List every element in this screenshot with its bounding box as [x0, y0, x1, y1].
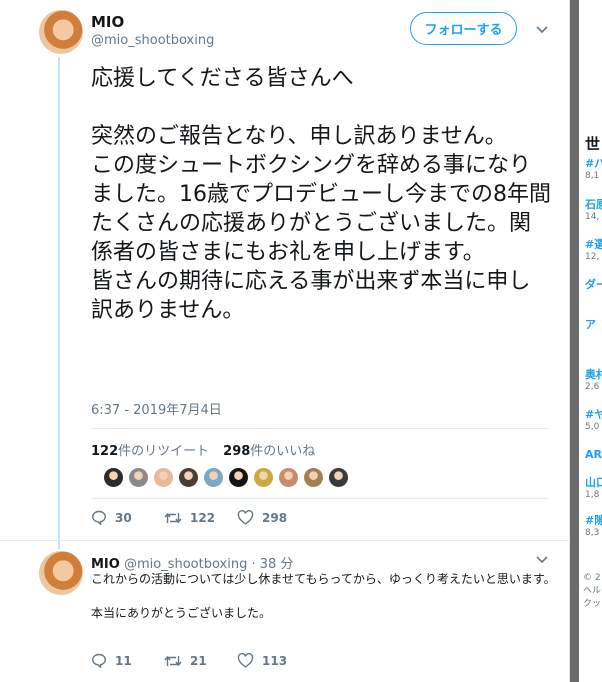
- trend-item[interactable]: 奥村 2,6: [585, 368, 602, 394]
- trend-item[interactable]: #隙 8,3: [585, 514, 602, 540]
- follow-button[interactable]: フォローする: [410, 12, 517, 45]
- reply-actions: 11 21 113: [91, 653, 310, 668]
- reply-author-handle[interactable]: @mio_shootboxing: [124, 557, 247, 572]
- liker-avatar[interactable]: [329, 468, 348, 487]
- tweet-text: 応援してくださる皆さんへ 突然のご報告となり、申し訳ありません。 この度シュート…: [91, 66, 551, 323]
- reply-icon: [91, 653, 107, 668]
- liker-avatar[interactable]: [104, 468, 123, 487]
- reply-avatar[interactable]: [39, 551, 83, 595]
- liker-avatar[interactable]: [179, 468, 198, 487]
- divider: [91, 498, 549, 499]
- trend-item[interactable]: AR: [585, 448, 602, 461]
- reply-button[interactable]: 30: [91, 510, 164, 525]
- tweet-timestamp[interactable]: 6:37 - 2019年7月4日: [91, 399, 222, 418]
- author-handle[interactable]: @mio_shootboxing: [91, 33, 214, 48]
- reply-button[interactable]: 11: [91, 653, 164, 668]
- author-name[interactable]: MIO: [91, 13, 124, 31]
- liker-avatar[interactable]: [129, 468, 148, 487]
- liker-avatar[interactable]: [229, 468, 248, 487]
- divider: [0, 540, 570, 541]
- trend-item[interactable]: #選 12,: [585, 238, 602, 264]
- reply-time[interactable]: 38 分: [260, 557, 294, 572]
- retweet-label[interactable]: 件のリツイート: [118, 444, 209, 459]
- liker-avatar[interactable]: [279, 468, 298, 487]
- divider: [91, 428, 549, 429]
- trend-item[interactable]: #パ 8,1: [585, 157, 602, 183]
- retweet-action-count: 122: [190, 510, 216, 525]
- trends-heading: 世: [585, 135, 601, 153]
- liker-avatars: [104, 468, 348, 487]
- tweet-modal: MIO @mio_shootboxing フォローする 応援してくださる皆さんへ…: [0, 0, 570, 682]
- reply-text: これからの活動については少し休ませてもらってから、ゆっくり考えたいと思います。 …: [91, 572, 556, 620]
- engagement-stats: 122件のリツイート 298件のいいね: [91, 440, 315, 459]
- trends-sidebar: 世 #パ 8,1 石原 14, #選 12, ダー ア 奥村 2,6 #ヤ 5,0 AR …: [579, 0, 602, 682]
- reply-header: MIO @mio_shootboxing · 38 分: [91, 557, 294, 572]
- reply-icon: [91, 510, 107, 525]
- retweet-action-count: 21: [190, 653, 207, 668]
- liker-avatar[interactable]: [254, 468, 273, 487]
- heart-icon: [237, 510, 254, 525]
- reply-count: 11: [115, 653, 132, 668]
- trend-item[interactable]: 山口 1,8: [585, 476, 602, 502]
- heart-icon: [237, 653, 254, 668]
- retweet-button[interactable]: 21: [164, 654, 237, 668]
- retweet-button[interactable]: 122: [164, 511, 237, 525]
- retweet-icon: [164, 655, 182, 666]
- chevron-down-icon[interactable]: [534, 22, 550, 38]
- retweet-icon: [164, 512, 182, 523]
- like-action-count: 113: [262, 653, 288, 668]
- liker-avatar[interactable]: [304, 468, 323, 487]
- trend-item[interactable]: ダー: [585, 278, 602, 291]
- sidebar-footer: © 2 ヘル クッ: [583, 573, 602, 609]
- thread-line: [58, 57, 60, 549]
- like-count[interactable]: 298: [223, 444, 250, 459]
- chevron-down-icon[interactable]: [534, 552, 550, 568]
- avatar[interactable]: [39, 10, 83, 54]
- like-button[interactable]: 298: [237, 510, 310, 525]
- trend-item[interactable]: #ヤ 5,0: [585, 408, 602, 434]
- like-action-count: 298: [262, 510, 288, 525]
- reply-count: 30: [115, 510, 132, 525]
- like-label[interactable]: 件のいいね: [250, 444, 315, 459]
- like-button[interactable]: 113: [237, 653, 310, 668]
- tweet-actions: 30 122 298: [91, 510, 310, 525]
- retweet-count[interactable]: 122: [91, 444, 118, 459]
- trend-item[interactable]: 石原 14,: [585, 198, 602, 224]
- liker-avatar[interactable]: [204, 468, 223, 487]
- trend-item[interactable]: ア: [585, 318, 596, 331]
- liker-avatar[interactable]: [154, 468, 173, 487]
- reply-author-name[interactable]: MIO: [91, 557, 120, 572]
